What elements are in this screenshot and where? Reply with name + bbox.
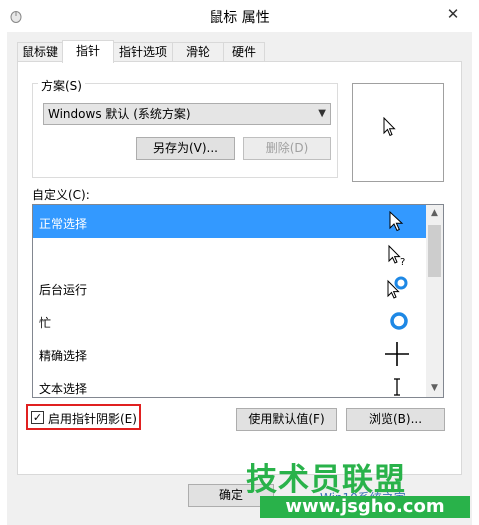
window-title: 鼠标 属性 [209, 10, 270, 26]
scheme-group [32, 83, 338, 178]
list-item-label: 后台运行 [39, 283, 88, 297]
tab-wheel[interactable]: 滑轮 [172, 42, 224, 61]
scroll-up-icon[interactable]: ▲ [426, 205, 443, 222]
window-border-right [472, 32, 479, 525]
scheme-select[interactable]: Windows 默认 (系统方案) ▼ [43, 103, 331, 125]
arrow-cursor-icon [389, 210, 404, 232]
tab-pointer-options[interactable]: 指针选项 [113, 42, 173, 61]
text-beam-cursor-icon [394, 378, 400, 396]
svg-text:?: ? [400, 257, 405, 267]
list-item-label: 精确选择 [39, 349, 88, 363]
precision-cross-cursor-icon [385, 342, 409, 366]
cursor-list[interactable]: 正常选择 ? 后台运行 忙 精确选择 文本选择 ▲ ▼ [32, 204, 444, 398]
list-item[interactable]: 后台运行 [33, 271, 426, 304]
list-item-label: 忙 [39, 316, 52, 330]
chevron-down-icon: ▼ [318, 108, 326, 119]
delete-button[interactable]: 删除(D) [243, 137, 331, 160]
busy-cursor-icon [390, 312, 408, 330]
shadow-checkbox[interactable]: ✓ [31, 411, 44, 424]
scroll-down-icon[interactable]: ▼ [426, 380, 443, 397]
title-bar: 鼠标 属性 ✕ [0, 0, 479, 32]
list-scrollbar[interactable]: ▲ ▼ [426, 205, 443, 397]
close-button[interactable]: ✕ [435, 2, 471, 26]
list-item[interactable]: 正常选择 [33, 205, 426, 238]
tab-mouse-buttons[interactable]: 鼠标键 [17, 42, 63, 61]
working-in-background-cursor-icon [387, 276, 408, 299]
list-item[interactable]: ? [33, 238, 426, 271]
scheme-label: 方案(S) [38, 77, 85, 94]
save-as-button[interactable]: 另存为(V)... [136, 137, 235, 160]
browse-button[interactable]: 浏览(B)... [346, 408, 445, 431]
tab-pointers[interactable]: 指针 [62, 40, 114, 63]
use-default-button[interactable]: 使用默认值(F) [236, 408, 337, 431]
window-border-left [0, 32, 7, 525]
shadow-checkbox-highlight: ✓ 启用指针阴影(E) [26, 404, 141, 430]
list-item[interactable]: 忙 [33, 304, 426, 337]
help-select-cursor-icon: ? [388, 244, 405, 267]
scheme-select-value: Windows 默认 (系统方案) [48, 107, 191, 121]
customize-label: 自定义(C): [32, 188, 90, 202]
watermark-url: www.jsgho.com [260, 496, 470, 518]
list-item-label: 文本选择 [39, 382, 88, 396]
arrow-cursor-icon [383, 117, 396, 137]
scroll-thumb[interactable] [428, 225, 441, 277]
list-item-label: 正常选择 [39, 217, 88, 231]
cursor-preview [352, 83, 444, 182]
list-item[interactable]: 文本选择 [33, 370, 426, 397]
list-item[interactable]: 精确选择 [33, 337, 426, 370]
shadow-checkbox-label[interactable]: 启用指针阴影(E) [48, 410, 137, 427]
tab-hardware[interactable]: 硬件 [223, 42, 265, 61]
